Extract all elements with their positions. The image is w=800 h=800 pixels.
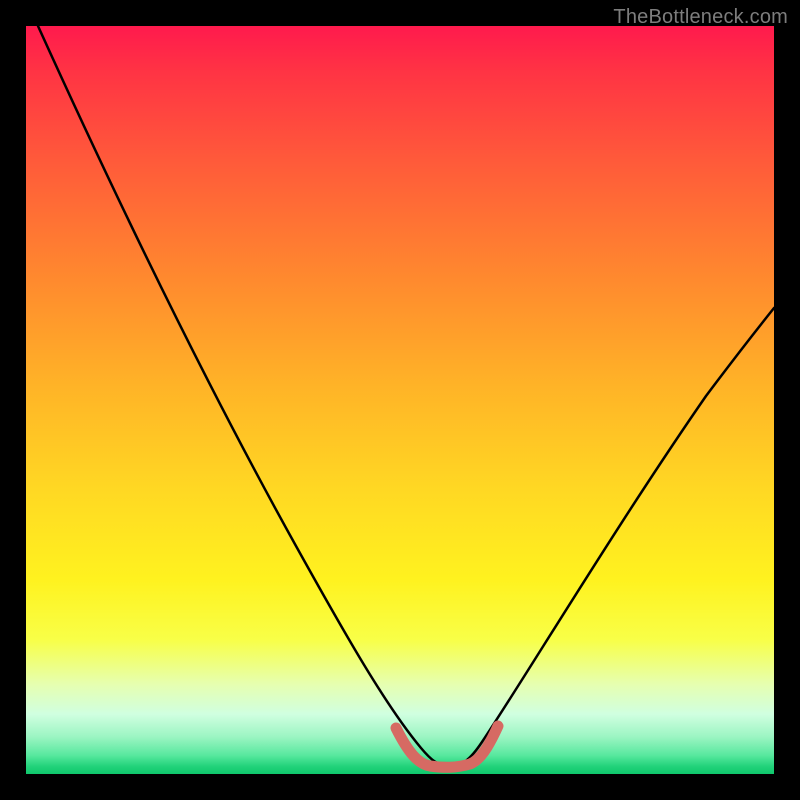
watermark-text: TheBottleneck.com — [613, 6, 788, 29]
bottleneck-highlight — [396, 726, 498, 767]
plot-area — [26, 26, 774, 774]
bottleneck-curve — [38, 26, 774, 766]
chart-frame: TheBottleneck.com — [0, 0, 800, 800]
curve-layer — [26, 26, 774, 774]
